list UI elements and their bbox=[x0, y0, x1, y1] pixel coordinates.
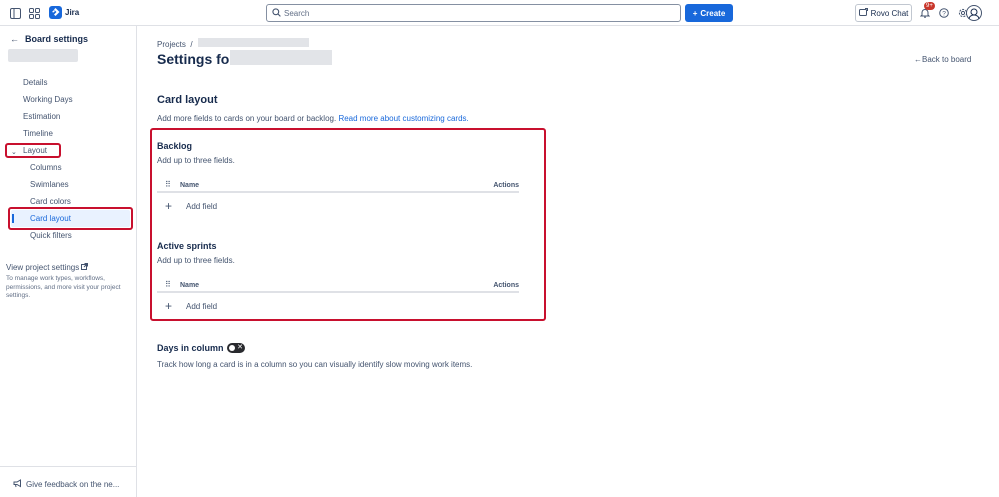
plus-icon: + bbox=[165, 199, 173, 213]
notifications-badge: 9+ bbox=[924, 2, 935, 10]
backlog-add-field-label: Add field bbox=[186, 201, 218, 211]
search-input[interactable]: Search bbox=[266, 4, 681, 22]
give-feedback-button[interactable]: Give feedback on the ne... bbox=[13, 479, 119, 490]
active-sprints-name-column: Name bbox=[180, 282, 200, 289]
active-sprints-actions-column: Actions bbox=[493, 282, 519, 289]
sidebar-item-quick-filters[interactable]: Quick filters bbox=[30, 231, 72, 240]
megaphone-icon bbox=[13, 479, 22, 490]
chat-icon bbox=[858, 7, 868, 19]
backlog-table-header: ⠿ Name Actions bbox=[157, 179, 519, 193]
customizing-cards-link[interactable]: Read more about customizing cards. bbox=[338, 114, 468, 123]
external-link-icon bbox=[81, 263, 89, 272]
sidebar-item-layout[interactable]: Layout bbox=[23, 146, 47, 155]
arrow-left-icon: ← bbox=[914, 55, 922, 64]
app-switcher-icon[interactable] bbox=[27, 6, 41, 20]
create-button[interactable]: + Create bbox=[685, 4, 733, 22]
sidebar-item-swimlanes[interactable]: Swimlanes bbox=[30, 180, 69, 189]
days-in-column-toggle[interactable]: ✕ bbox=[227, 343, 245, 353]
view-project-settings-label: View project settings bbox=[6, 263, 80, 272]
sidebar-item-card-colors[interactable]: Card colors bbox=[30, 197, 71, 206]
sidebar-item-estimation[interactable]: Estimation bbox=[23, 112, 60, 121]
sidebar-item-columns[interactable]: Columns bbox=[30, 163, 62, 172]
backlog-subtitle: Add up to three fields. bbox=[157, 156, 235, 165]
user-avatar[interactable] bbox=[966, 5, 982, 21]
board-settings-sidebar: ← Board settings Details Working Days Es… bbox=[0, 26, 137, 497]
sidebar-item-timeline[interactable]: Timeline bbox=[23, 129, 53, 138]
back-arrow-icon[interactable]: ← bbox=[10, 34, 19, 44]
project-settings-description: To manage work types, workflows, permiss… bbox=[6, 275, 121, 299]
page-title: Settings for bbox=[157, 51, 235, 67]
breadcrumb-project-redacted bbox=[198, 38, 309, 47]
back-to-board-label: Back to board bbox=[922, 55, 972, 64]
days-in-column-title: Days in column bbox=[157, 343, 224, 353]
toggle-knob bbox=[229, 345, 235, 351]
top-navigation-bar: Jira Search + Create Rovo Chat 9+ ? bbox=[0, 0, 999, 26]
rovo-chat-label: Rovo Chat bbox=[870, 8, 909, 18]
chevron-down-icon[interactable]: ⌄ bbox=[11, 148, 17, 156]
days-in-column-description: Track how long a card is in a column so … bbox=[157, 360, 473, 369]
sidebar-footer: Give feedback on the ne... bbox=[0, 466, 136, 497]
backlog-title: Backlog bbox=[157, 141, 193, 151]
plus-icon: + bbox=[692, 8, 698, 18]
plus-icon: + bbox=[165, 299, 173, 313]
backlog-add-field-button[interactable]: + Add field bbox=[165, 199, 217, 213]
breadcrumb-projects[interactable]: Projects bbox=[157, 40, 186, 49]
jira-logo-icon[interactable] bbox=[49, 6, 62, 19]
card-layout-heading: Card layout bbox=[157, 94, 218, 106]
active-sprints-add-field-label: Add field bbox=[186, 301, 218, 311]
active-sprints-table-header: ⠿ Name Actions bbox=[157, 279, 519, 293]
active-sprints-title: Active sprints bbox=[157, 241, 217, 251]
app-name[interactable]: Jira bbox=[65, 8, 79, 17]
project-name-redacted bbox=[8, 49, 78, 62]
create-button-label: Create bbox=[700, 8, 726, 18]
card-layout-description: Add more fields to cards on your board o… bbox=[157, 114, 469, 123]
sidebar-toggle-icon[interactable] bbox=[8, 6, 22, 20]
backlog-actions-column: Actions bbox=[493, 182, 519, 189]
sidebar-item-working-days[interactable]: Working Days bbox=[23, 95, 73, 104]
card-layout-desc-text: Add more fields to cards on your board o… bbox=[157, 114, 337, 123]
breadcrumb[interactable]: Projects / bbox=[157, 40, 193, 49]
sidebar-item-details[interactable]: Details bbox=[23, 78, 47, 87]
card-layout-highlight-box bbox=[8, 207, 133, 230]
view-project-settings-link[interactable]: View project settings bbox=[6, 263, 89, 272]
sidebar-title: Board settings bbox=[25, 34, 89, 44]
backlog-name-column: Name bbox=[180, 182, 200, 189]
drag-handle-icon: ⠿ bbox=[165, 280, 171, 289]
drag-handle-icon: ⠿ bbox=[165, 180, 171, 189]
search-icon bbox=[272, 8, 281, 19]
back-to-board-link[interactable]: ←Back to board bbox=[914, 55, 971, 64]
search-placeholder: Search bbox=[284, 9, 310, 18]
rovo-chat-button[interactable]: Rovo Chat bbox=[855, 4, 912, 22]
active-sprints-add-field-button[interactable]: + Add field bbox=[165, 299, 217, 313]
breadcrumb-separator: / bbox=[190, 40, 193, 49]
active-sprints-subtitle: Add up to three fields. bbox=[157, 256, 235, 265]
page-title-project-redacted bbox=[230, 50, 332, 65]
svg-text:?: ? bbox=[942, 10, 946, 17]
help-icon[interactable]: ? bbox=[937, 6, 951, 20]
give-feedback-label: Give feedback on the ne... bbox=[26, 480, 120, 489]
close-icon: ✕ bbox=[237, 344, 243, 351]
